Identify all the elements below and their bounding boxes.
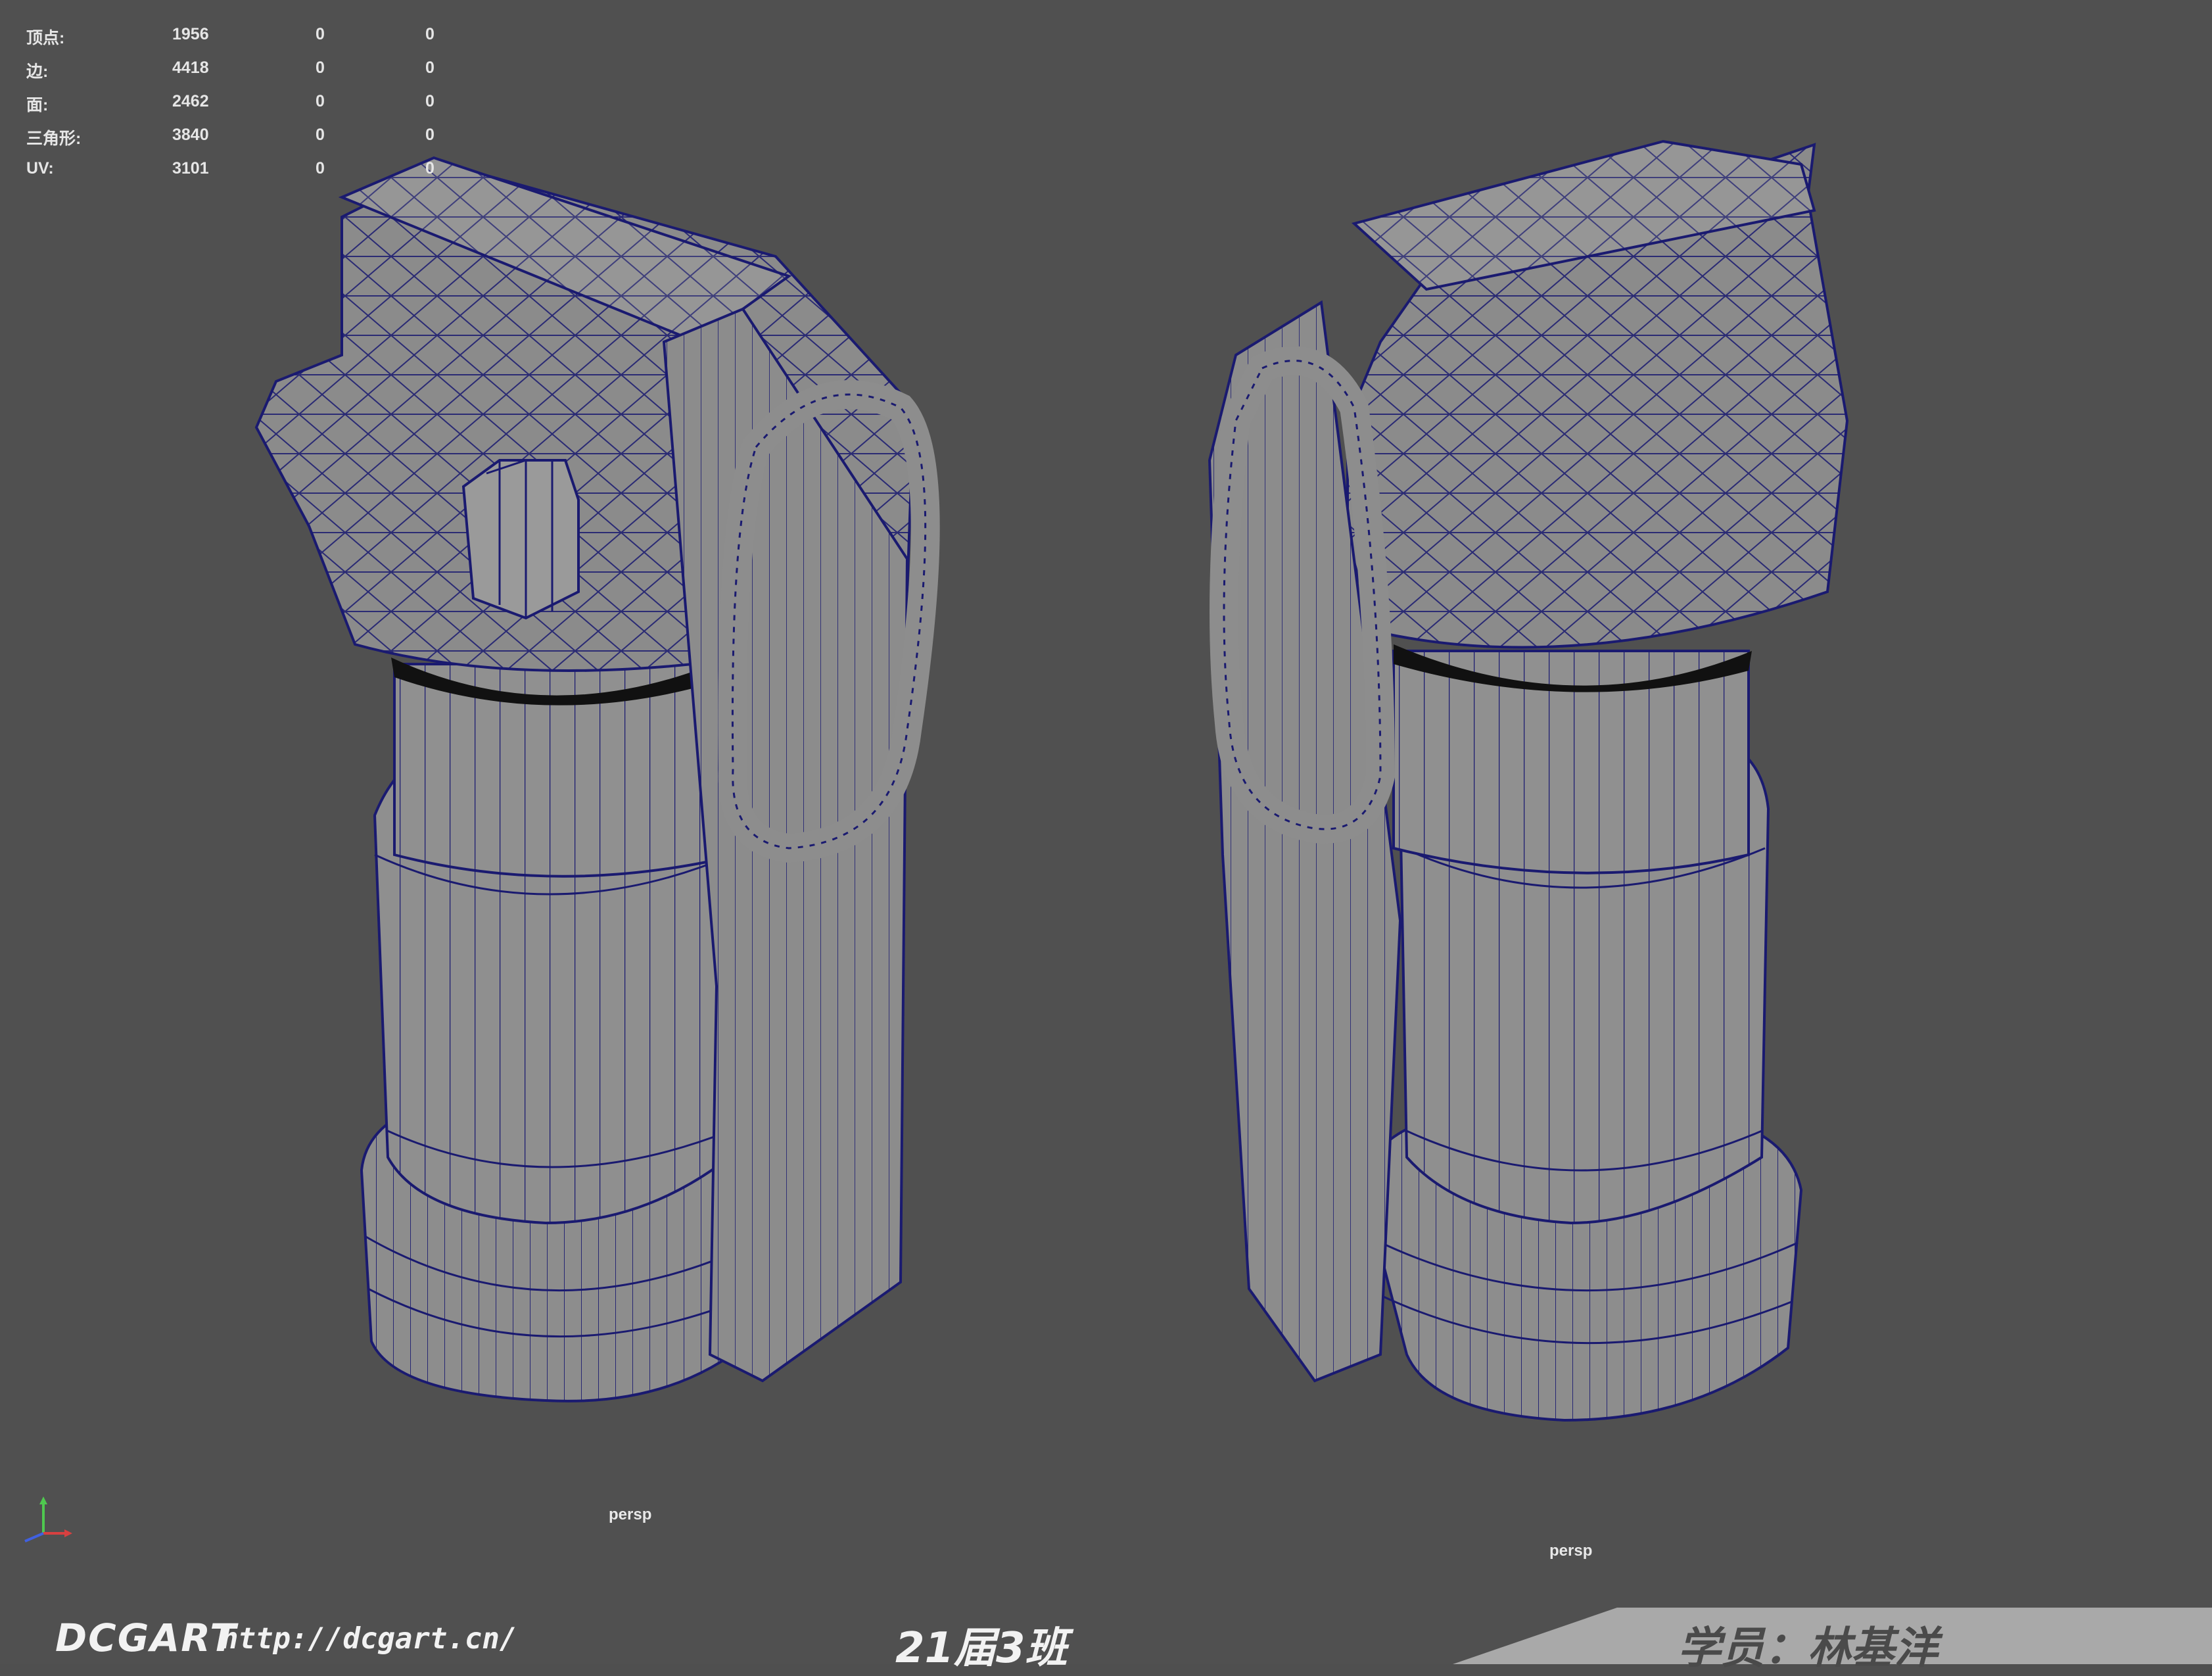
hud-value: 4418 [172,59,209,77]
hud-label: 顶点: [26,29,65,47]
hud-value: 0 [316,159,325,178]
hud-label: 三角形: [26,130,82,148]
site-url: http://dcgart.cn/ [221,1622,517,1656]
camera-label-right: persp [1549,1542,1593,1560]
hud-value: 3840 [172,126,209,144]
wireframe-models[interactable] [0,0,2212,1608]
watermark-banner: DCGART http://dcgart.cn/ 21届3班 学员：林基洋 [0,1608,2212,1673]
hud-value: 0 [425,92,435,110]
hud-value: 1956 [172,25,209,43]
hud-label: 面: [26,96,49,114]
hud-value: 0 [316,25,325,43]
model-left[interactable] [254,156,940,1402]
axis-gizmo-icon [24,1496,72,1543]
hud-value: 0 [316,92,325,110]
model-right[interactable] [1208,139,1849,1422]
class-label: 21届3班 [895,1624,1068,1673]
hud-value: 2462 [172,92,209,110]
hud-value: 0 [316,59,325,77]
brand-logo: DCGART [55,1616,237,1660]
hud-value: 0 [425,126,435,144]
hud-value: 0 [425,159,435,178]
hud-value: 0 [316,126,325,144]
hud-label: UV: [26,159,54,178]
camera-label-left: persp [609,1506,652,1523]
hud-value: 3101 [172,159,209,178]
hud-value: 0 [425,25,435,43]
hud-label: 边: [26,62,49,81]
student-name: 学员：林基洋 [1678,1623,1938,1673]
hud-value: 0 [425,59,435,77]
